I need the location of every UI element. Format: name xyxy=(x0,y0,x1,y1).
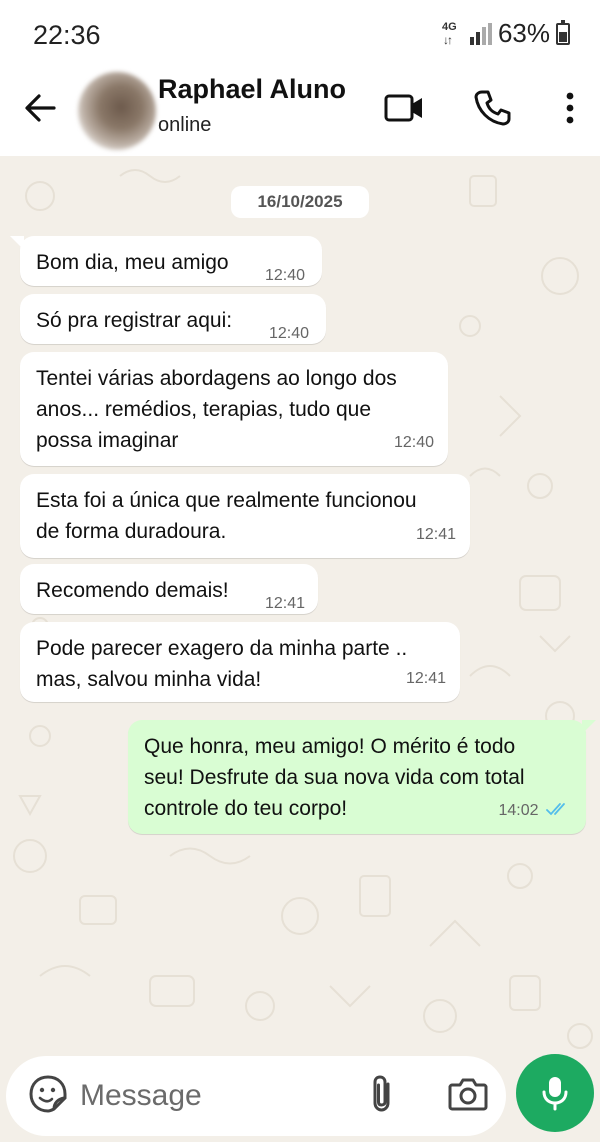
status-bar: 22:36 4G ↓↑ 63% xyxy=(0,0,600,70)
message-text: Recomendo demais! xyxy=(36,579,229,602)
message-bubble[interactable]: Pode parecer exagero da minha parte .. m… xyxy=(20,622,460,702)
attach-button[interactable] xyxy=(362,1072,402,1116)
contact-status: online xyxy=(158,114,212,136)
more-vert-icon xyxy=(566,92,574,124)
message-text-line: Tentei várias abordagens ao longo dos xyxy=(36,367,397,390)
message-bubble[interactable]: Esta foi a única que realmente funcionou… xyxy=(20,474,470,558)
read-ticks-icon xyxy=(546,803,565,816)
message-bubble[interactable]: Bom dia, meu amigo 12:40 xyxy=(10,236,322,286)
camera-button[interactable] xyxy=(446,1074,490,1114)
back-button[interactable] xyxy=(20,88,60,128)
more-options-button[interactable] xyxy=(552,86,588,130)
message-time: 12:40 xyxy=(265,267,306,284)
message-text-line: Que honra, meu amigo! O mérito é todo xyxy=(144,735,516,758)
voice-call-button[interactable] xyxy=(470,86,514,130)
microphone-icon xyxy=(542,1077,568,1111)
message-bubble-outgoing[interactable]: Que honra, meu amigo! O mérito é todo se… xyxy=(128,720,596,834)
voice-message-button[interactable] xyxy=(516,1054,594,1132)
message-time: 14:02 xyxy=(499,795,571,826)
paperclip-icon xyxy=(373,1075,390,1112)
battery-percentage: 63% xyxy=(497,18,550,48)
message-bubble[interactable]: Só pra registrar aqui: 12:40 xyxy=(20,294,326,344)
status-indicators: 4G ↓↑ 63% xyxy=(442,18,570,49)
message-bubble[interactable]: Recomendo demais! 12:41 xyxy=(20,564,318,614)
message-text-line: anos... remédios, terapias, tudo que xyxy=(36,398,372,421)
message-time: 12:40 xyxy=(393,434,434,451)
message-time: 12:40 xyxy=(269,325,310,342)
message-text-line: seu! Desfrute da sua nova vida com total xyxy=(144,766,525,789)
message-composer xyxy=(6,1056,506,1136)
sticker-button[interactable] xyxy=(28,1074,68,1114)
chat-header: Raphael Aluno online xyxy=(0,70,600,156)
avatar[interactable] xyxy=(78,72,156,150)
chat-area[interactable]: 16/10/2025 Bom dia, meu amigo 12:40 Só p… xyxy=(0,156,600,1056)
message-time: 12:41 xyxy=(415,526,456,543)
video-call-icon xyxy=(384,94,422,122)
video-call-button[interactable] xyxy=(382,86,426,130)
message-time-text: 14:02 xyxy=(498,802,539,819)
message-time: 12:41 xyxy=(265,595,306,612)
network-icon: 4G ↓↑ xyxy=(441,20,457,47)
message-text-line: Pode parecer exagero da minha parte .. xyxy=(36,637,408,660)
message-input[interactable] xyxy=(80,1074,350,1118)
sticker-icon xyxy=(29,1075,67,1113)
signal-icon xyxy=(469,22,492,45)
message-bubble[interactable]: Tentei várias abordagens ao longo dos an… xyxy=(20,352,448,466)
message-text-line: de forma duradoura. xyxy=(36,520,227,543)
message-text: Só pra registrar aqui: xyxy=(36,309,233,332)
date-chip: 16/10/2025 xyxy=(231,186,369,218)
message-text-line: mas, salvou minha vida! xyxy=(36,668,262,691)
message-time: 12:41 xyxy=(405,670,446,687)
camera-icon xyxy=(448,1078,488,1111)
contact-name[interactable]: Raphael Aluno xyxy=(158,74,346,105)
network-type: 4G xyxy=(441,20,457,33)
battery-icon xyxy=(556,19,570,45)
status-time: 22:36 xyxy=(33,20,101,50)
message-text: Bom dia, meu amigo xyxy=(36,251,229,274)
back-arrow-icon xyxy=(25,94,56,122)
message-text-line: Esta foi a única que realmente funcionou xyxy=(36,489,417,512)
phone-icon xyxy=(474,90,511,126)
message-text-line: possa imaginar xyxy=(36,429,179,452)
